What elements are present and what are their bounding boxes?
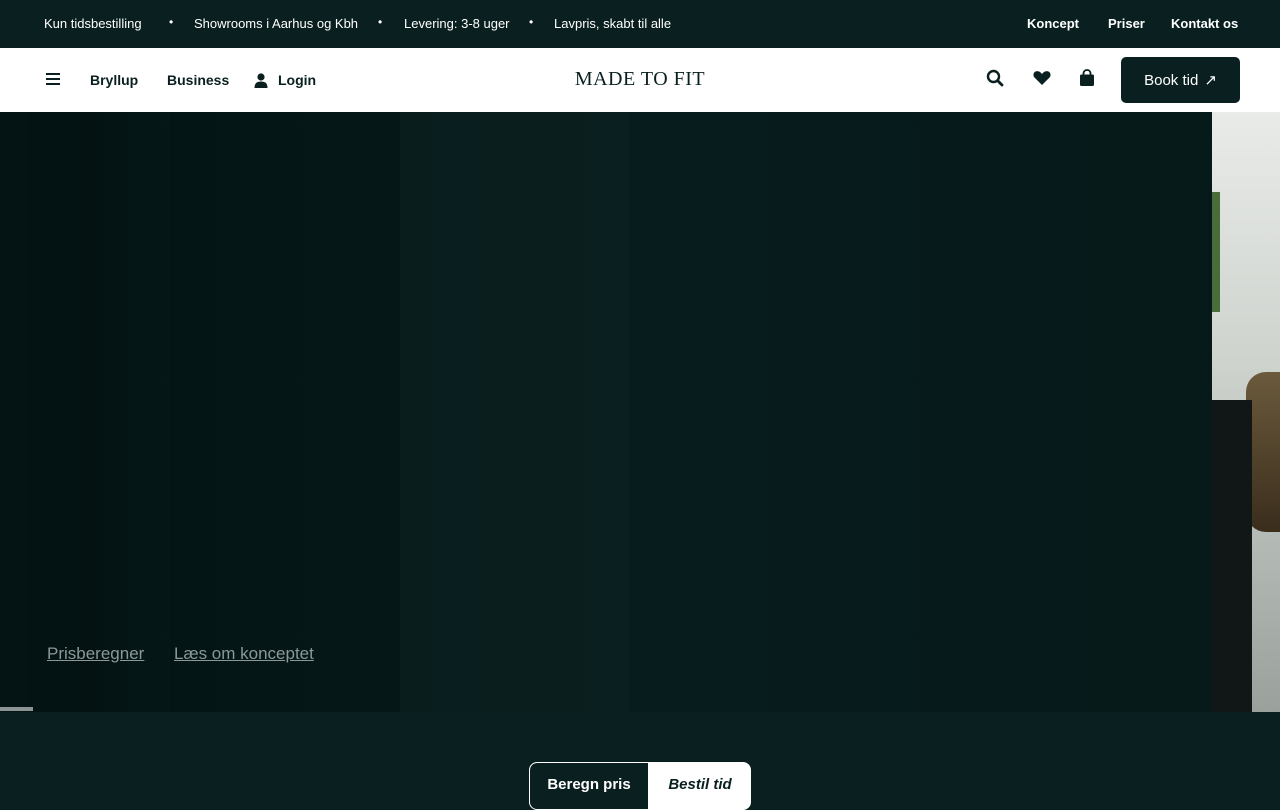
- hero-slider: Prisberegner Læs om konceptet: [0, 112, 1280, 712]
- book-button-label: Book tid: [1144, 71, 1199, 89]
- bag-icon[interactable]: [1077, 68, 1097, 88]
- price-calculator-link[interactable]: Prisberegner: [47, 644, 144, 664]
- book-appointment-button[interactable]: Book tid ↗: [1121, 57, 1240, 103]
- top-link-kontakt[interactable]: Kontakt os: [1171, 16, 1238, 31]
- login-label: Login: [278, 72, 317, 88]
- top-link-koncept[interactable]: Koncept: [1027, 16, 1079, 31]
- hero-shade: [28, 112, 128, 712]
- usp-separator: •: [169, 15, 174, 29]
- hero-photo: [1212, 112, 1280, 712]
- nav-bryllup[interactable]: Bryllup: [90, 72, 138, 88]
- usp-separator: •: [378, 15, 383, 29]
- usp-item: Kun tidsbestilling: [44, 16, 142, 31]
- usp-item: Lavpris, skabt til alle: [554, 16, 672, 31]
- top-link-priser[interactable]: Priser: [1108, 16, 1145, 31]
- photo-detail: [1212, 192, 1220, 312]
- photo-detail: [1212, 400, 1252, 712]
- usp-item: Levering: 3-8 uger: [404, 16, 510, 31]
- announcement-bar: Kun tidsbestilling • Showrooms i Aarhus …: [0, 0, 1280, 48]
- hero-shade: [400, 112, 630, 712]
- login-link[interactable]: Login: [254, 70, 316, 90]
- slider-progress-bar: [0, 707, 33, 711]
- toggle-beregn-pris[interactable]: Beregn pris: [530, 763, 648, 809]
- nav-business[interactable]: Business: [167, 72, 229, 88]
- hero-shade: [170, 112, 400, 712]
- arrow-up-right-icon: ↗: [1204, 72, 1217, 89]
- main-header: Bryllup Business Login MADE TO FIT Book …: [0, 48, 1280, 112]
- user-icon: [254, 72, 268, 88]
- toggle-bestil-tid[interactable]: Bestil tid: [648, 763, 750, 809]
- usp-separator: •: [529, 15, 534, 29]
- usp-item: Showrooms i Aarhus og Kbh: [194, 16, 359, 31]
- search-icon[interactable]: [985, 68, 1005, 88]
- booking-section: Beregn pris Bestil tid: [0, 712, 1280, 810]
- menu-icon[interactable]: [46, 72, 60, 86]
- heart-icon[interactable]: [1032, 68, 1052, 88]
- mode-toggle: Beregn pris Bestil tid: [529, 762, 751, 810]
- read-concept-link[interactable]: Læs om konceptet: [174, 644, 314, 664]
- brand-logo[interactable]: MADE TO FIT: [540, 68, 740, 91]
